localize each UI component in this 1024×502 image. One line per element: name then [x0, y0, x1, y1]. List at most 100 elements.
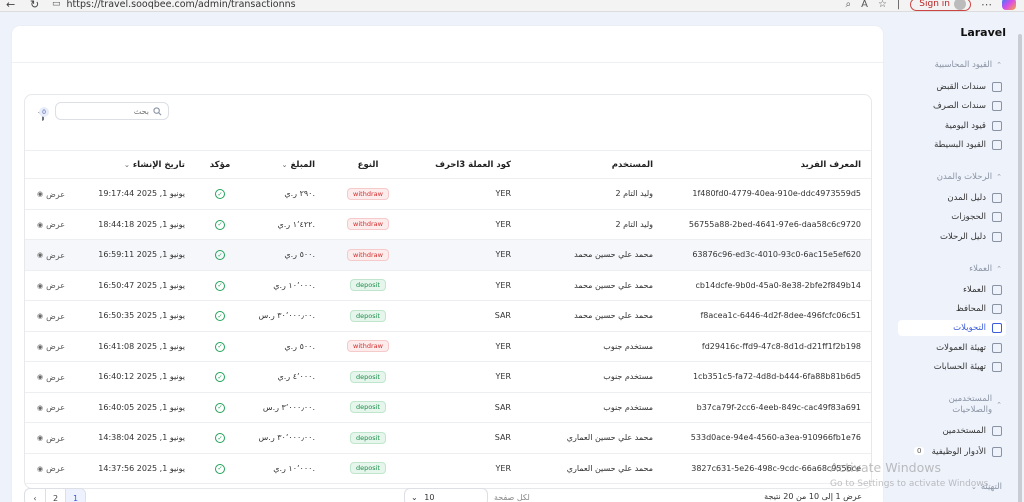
sidebar-item-transfers[interactable]: التحويلات	[898, 320, 1006, 336]
cell-amount: ٤٬٠٠٠ ر.ي.	[243, 361, 327, 393]
check-circle-icon: ✓	[215, 341, 225, 352]
type-badge: withdraw	[347, 187, 389, 200]
back-arrow-icon[interactable]: ←	[6, 0, 15, 11]
sort-chevron-icon[interactable]: ⌄	[124, 161, 130, 169]
table-row[interactable]: ◉ عرض يونيو 1, 2025 16:50:47 ✓ ١٠٬٠٠٠ ر.ي. de…	[25, 270, 871, 301]
cell-id: cb14dcfe-9b0d-45a0-8e38-2bfe2f849b14	[665, 270, 871, 301]
cell-confirmed: ✓	[197, 422, 243, 454]
table-row[interactable]: ◉ عرض يونيو 1, 2025 19:17:44 ✓ ٢٩٠ ر.ي. withd…	[25, 178, 871, 210]
read-aloud-icon[interactable]: A	[861, 0, 868, 10]
sidebar-item-clients[interactable]: العملاء	[898, 282, 1006, 298]
sort-chevron-icon[interactable]: ⌄	[282, 161, 288, 169]
cell-currency: SAR	[409, 422, 523, 454]
sidebar-item-commission-setup[interactable]: تهيئة العمولات	[898, 340, 1006, 356]
per-page-select[interactable]: ⌄ 10	[404, 488, 488, 502]
cell-type: withdraw	[327, 209, 409, 240]
cell-type: withdraw	[327, 331, 409, 362]
cell-actions: ◉ عرض	[25, 392, 85, 423]
view-link[interactable]: ◉ عرض	[37, 464, 65, 473]
item-label: التحويلات	[953, 323, 986, 333]
table-row[interactable]: ◉ عرض يونيو 1, 2025 16:50:35 ✓ ٣٠٬٠٠٠٫٠٠ ر.س…	[25, 300, 871, 332]
app-brand[interactable]: Laravel	[960, 26, 1006, 39]
view-link[interactable]: ◉ عرض	[37, 312, 65, 321]
sidebar-scrollbar[interactable]	[1018, 34, 1022, 502]
table-row[interactable]: ◉ عرض يونيو 1, 2025 14:37:56 ✓ ١٠٬٠٠٠ ر.ي. de…	[25, 453, 871, 484]
sidebar-item-wallets[interactable]: المحافظ	[898, 301, 1006, 317]
table-body: ◉ عرض يونيو 1, 2025 19:17:44 ✓ ٢٩٠ ر.ي. withd…	[25, 178, 871, 484]
col-amount[interactable]: ⌄ المبلغ	[243, 150, 327, 179]
sidebar-item-city-guide[interactable]: دليل المدن	[898, 190, 1006, 206]
sidebar-item-users[interactable]: المستخدمين	[898, 423, 1006, 439]
group-label: العملاء	[969, 264, 993, 274]
cell-created: يونيو 1, 2025 16:40:05	[85, 392, 197, 423]
view-link[interactable]: ◉ عرض	[37, 220, 65, 229]
cell-amount: ٥٠٠ ر.ي.	[243, 239, 327, 271]
cell-currency: SAR	[409, 392, 523, 423]
sidebar-item-roles[interactable]: 0 الأدوار الوظيفية	[898, 444, 1006, 460]
table-row[interactable]: ◉ عرض يونيو 1, 2025 14:38:04 ✓ ٣٠٬٠٠٠٫٠٠ ر.س…	[25, 422, 871, 454]
sidebar-group-accounting[interactable]: القيود المحاسبية ⌃	[935, 60, 1002, 70]
group-label: القيود المحاسبية	[934, 60, 993, 70]
sidebar-group-trips[interactable]: الرحلات والمدن ⌃	[937, 172, 1002, 182]
reload-icon[interactable]: ↻	[30, 0, 39, 11]
sidebar-item-simple-entries[interactable]: القيود البسيطة	[898, 137, 1006, 153]
more-menu-icon[interactable]: ⋯	[981, 0, 992, 11]
table-row[interactable]: ◉ عرض يونيو 1, 2025 16:41:08 ✓ ٥٠٠ ر.ي. withd…	[25, 331, 871, 362]
cell-currency: YER	[409, 361, 523, 393]
sidebar-item-payments[interactable]: سندات الصرف	[898, 98, 1006, 114]
type-badge: deposit	[350, 401, 386, 414]
table-row[interactable]: ◉ عرض يونيو 1, 2025 16:59:11 ✓ ٥٠٠ ر.ي. withd…	[25, 239, 871, 271]
favorite-star-icon[interactable]: ☆	[878, 0, 887, 10]
table-row[interactable]: ◉ عرض يونيو 1, 2025 18:44:18 ✓ ١٬٤٢٢ ر.ي. wit…	[25, 209, 871, 240]
view-link[interactable]: ◉ عرض	[37, 434, 65, 443]
zoom-icon[interactable]: ⌕	[846, 0, 852, 10]
sidebar-group-users[interactable]: المستخدمين والصلاحيات ⌃	[902, 394, 1002, 416]
view-label: عرض	[46, 250, 65, 260]
bus-icon	[992, 232, 1002, 242]
cell-confirmed: ✓	[197, 331, 243, 362]
view-link[interactable]: ◉ عرض	[37, 342, 65, 351]
page-2-button[interactable]: 2	[45, 489, 65, 502]
sign-in-button[interactable]: Sign in	[910, 0, 971, 11]
view-link[interactable]: ◉ عرض	[37, 190, 65, 199]
item-label: دليل الرحلات	[939, 232, 986, 242]
filter-button[interactable]: 0	[35, 104, 49, 121]
view-link[interactable]: ◉ عرض	[37, 251, 65, 260]
sidebar-item-bookings[interactable]: الحجوزات	[898, 209, 1006, 225]
cell-user: مستخدم جنوب	[523, 392, 665, 423]
browser-actions: ⌕ A ☆ | Sign in ⋯	[846, 0, 1024, 11]
results-summary: عرض 1 إلى 10 من 20 نتيجة	[764, 492, 862, 501]
col-type: النوع	[327, 150, 409, 179]
sidebar-item-accounts-setup[interactable]: تهيئة الحسابات	[898, 359, 1006, 375]
sidebar-item-receipts[interactable]: سندات القبض	[898, 79, 1006, 95]
check-circle-icon: ✓	[215, 311, 225, 321]
address-bar[interactable]: ▭ https://travel.sooqbee.com/admin/trans…	[52, 0, 892, 10]
sidebar-item-trips-guide[interactable]: دليل الرحلات	[898, 229, 1006, 245]
search-box[interactable]	[55, 102, 169, 120]
search-input[interactable]	[69, 106, 149, 116]
table-row[interactable]: ◉ عرض يونيو 1, 2025 16:40:12 ✓ ٤٬٠٠٠ ر.ي. dep…	[25, 361, 871, 393]
page-1-button[interactable]: 1	[65, 489, 85, 502]
prev-page-button[interactable]: ‹	[25, 489, 45, 502]
type-badge: withdraw	[347, 218, 389, 231]
copilot-icon[interactable]	[1002, 0, 1016, 10]
site-info-icon[interactable]: ▭	[52, 0, 61, 9]
roles-count-badge: 0	[914, 447, 925, 455]
cell-created: يونيو 1, 2025 16:50:47	[85, 270, 197, 301]
col-created[interactable]: ⌄ تاريخ الإنشاء	[85, 150, 197, 179]
browser-toolbar: ← ↻ ▭ https://travel.sooqbee.com/admin/t…	[0, 0, 1024, 12]
sidebar-item-daily-entries[interactable]: قيود اليومية	[898, 118, 1006, 134]
view-link[interactable]: ◉ عرض	[37, 281, 65, 290]
chevron-up-icon: ⌃	[996, 61, 1002, 69]
search-icon	[153, 106, 162, 115]
cell-actions: ◉ عرض	[25, 422, 85, 454]
check-circle-icon: ✓	[215, 250, 225, 260]
sidebar-group-clients[interactable]: العملاء ⌃	[969, 264, 1002, 274]
cell-amount: ٣٠٬٠٠٠٫٠٠ ر.س.	[243, 300, 327, 332]
view-link[interactable]: ◉ عرض	[37, 403, 65, 412]
document-icon	[992, 101, 1002, 111]
view-link[interactable]: ◉ عرض	[37, 373, 65, 382]
cell-confirmed: ✓	[197, 453, 243, 484]
col-created-label: تاريخ الإنشاء	[132, 159, 185, 170]
table-row[interactable]: ◉ عرض يونيو 1, 2025 16:40:05 ✓ ٣٬٠٠٠٫٠٠ ر.س.…	[25, 392, 871, 423]
